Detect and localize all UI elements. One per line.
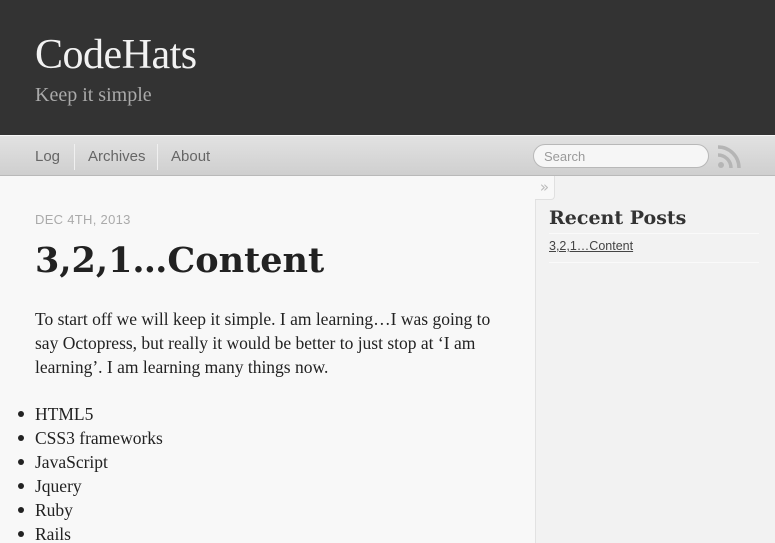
list-item: JavaScript bbox=[18, 450, 163, 474]
nav-divider bbox=[157, 144, 158, 170]
nav-item-about[interactable]: About bbox=[171, 143, 210, 171]
list-item: Ruby bbox=[18, 498, 163, 522]
nav-item-log[interactable]: Log bbox=[35, 143, 60, 171]
nav-item-archives[interactable]: Archives bbox=[88, 143, 146, 171]
post-date: DEC 4TH, 2013 bbox=[35, 212, 131, 227]
sidebar bbox=[535, 176, 775, 543]
post-list: HTML5 CSS3 frameworks JavaScript Jquery … bbox=[18, 402, 163, 543]
sidebar-divider bbox=[549, 233, 759, 234]
list-item: CSS3 frameworks bbox=[18, 428, 163, 448]
sidebar-collapse-toggle[interactable]: » bbox=[535, 176, 555, 200]
recent-posts-heading: Recent Posts bbox=[549, 207, 687, 229]
rss-icon[interactable] bbox=[717, 145, 741, 169]
list-item: Rails bbox=[18, 522, 163, 543]
post-paragraph: To start off we will keep it simple. I a… bbox=[35, 309, 491, 377]
list-item: HTML5 bbox=[18, 402, 163, 426]
recent-post-link[interactable]: 3,2,1…Content bbox=[549, 239, 633, 253]
sidebar-divider bbox=[549, 262, 759, 263]
site-subtitle: Keep it simple bbox=[35, 84, 152, 106]
site-title[interactable]: CodeHats bbox=[35, 33, 197, 77]
post-title[interactable]: 3,2,1…Content bbox=[35, 238, 324, 284]
main-navigation: Log Archives About bbox=[0, 135, 775, 176]
nav-divider bbox=[74, 144, 75, 170]
site-header: CodeHats Keep it simple bbox=[0, 0, 775, 135]
search-input[interactable] bbox=[533, 144, 709, 168]
list-item: Jquery bbox=[18, 474, 163, 498]
